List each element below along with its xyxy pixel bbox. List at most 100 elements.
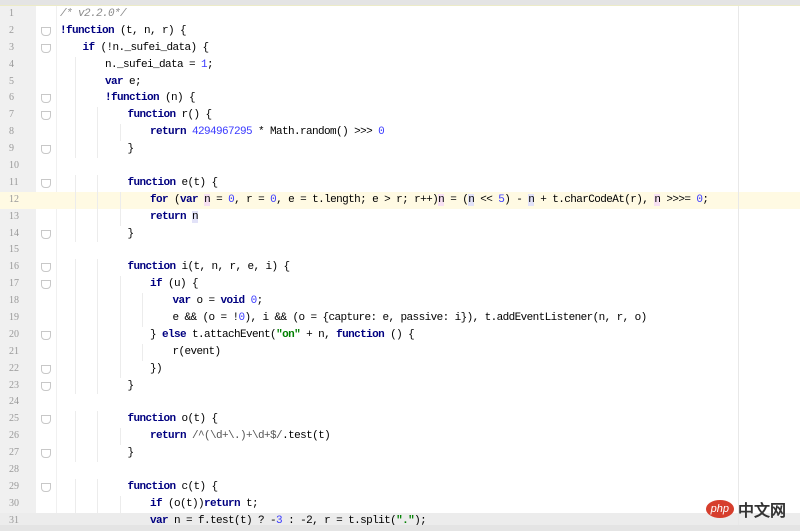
code-text: } — [128, 378, 135, 395]
indent-guide — [74, 56, 76, 74]
fold-marker-icon[interactable] — [41, 94, 51, 104]
code-line[interactable]: 9} — [0, 141, 800, 159]
fold-marker-icon[interactable] — [41, 415, 51, 425]
code-line[interactable]: 1 /* v2.2.0*/ — [0, 6, 800, 23]
code-token: (n) { — [159, 92, 196, 105]
code-line[interactable]: 10 — [0, 158, 800, 175]
code-line[interactable]: 6 !function (n) { — [0, 90, 800, 108]
fold-marker-icon[interactable] — [41, 330, 51, 340]
fold-marker-icon[interactable] — [41, 449, 51, 459]
indent-guide — [119, 293, 121, 311]
fold-marker-icon[interactable] — [41, 364, 51, 374]
code-token: function — [127, 109, 177, 122]
code-token: }) — [150, 362, 163, 375]
code-text: if (o(t))return t; — [150, 496, 259, 513]
fold-marker-icon[interactable] — [41, 111, 51, 121]
code-token: } — [127, 227, 135, 240]
code-token: var — [172, 295, 192, 308]
fold-marker-icon[interactable] — [41, 229, 51, 239]
indent-guide — [97, 276, 98, 294]
fold-marker-icon[interactable] — [41, 26, 51, 36]
code-line[interactable]: 3 if (!n._sufei_data) { — [0, 40, 800, 57]
code-line[interactable]: 24 — [0, 394, 800, 411]
line-number: 22 — [9, 362, 19, 374]
line-number: 12 — [9, 193, 19, 205]
code-token: (t, n, r) { — [114, 24, 187, 37]
code-line[interactable]: 4 n._sufei_data = 1; — [0, 56, 800, 74]
code-token: r(event) — [172, 345, 222, 358]
code-text: if (u) { — [150, 276, 199, 293]
code-line[interactable]: 30 if (o(t))return t; — [0, 495, 800, 513]
code-line[interactable]: 5 var e; — [0, 73, 800, 91]
code-line[interactable]: 13 return n — [0, 208, 800, 226]
code-token: >>>= — [660, 193, 697, 206]
indent-guide — [119, 495, 121, 513]
code-token: function — [127, 413, 177, 426]
code-line[interactable]: 20} else t.attachEvent("on" + n, functio… — [0, 326, 800, 344]
line-number: 19 — [9, 312, 19, 324]
fold-marker-icon[interactable] — [41, 280, 51, 290]
code-line[interactable]: 22}) — [0, 360, 800, 378]
code-token: /* v2.2.0*/ — [60, 8, 127, 20]
fold-marker-icon[interactable] — [41, 263, 51, 273]
code-token: ; — [207, 58, 214, 71]
code-token: ( — [168, 193, 181, 206]
indent-guide — [119, 276, 121, 294]
code-line[interactable]: 12 for (var n = 0, r = 0, e = t.length; e… — [0, 191, 800, 209]
code-line[interactable]: 21 r(event) — [0, 343, 800, 361]
code-line[interactable]: 11 function e(t) { — [0, 174, 800, 192]
indent-guide — [74, 293, 76, 311]
code-line[interactable]: 26 return /^(\d+\.)+\d+$/.test(t) — [0, 428, 800, 446]
indent-guide — [74, 73, 76, 91]
code-line[interactable]: 8 return 4294967295 * Math.random() >>> 0 — [0, 124, 800, 142]
indent-guide — [97, 360, 98, 378]
right-margin-guide — [738, 6, 739, 525]
code-line[interactable]: 15 — [0, 242, 800, 259]
code-line[interactable]: 14} — [0, 225, 800, 243]
code-line[interactable]: 7 function r() { — [0, 107, 800, 125]
fold-marker-icon[interactable] — [41, 482, 51, 492]
code-line[interactable]: 27} — [0, 445, 800, 463]
line-number: 18 — [9, 295, 19, 307]
indent-guide — [74, 276, 76, 294]
indent-guide — [119, 124, 121, 142]
code-token: return — [150, 430, 187, 443]
code-line[interactable]: 23} — [0, 377, 800, 395]
code-line[interactable]: 2 !function (t, n, r) { — [0, 23, 800, 40]
code-token: e && (o = ! — [172, 312, 240, 325]
indent-guide — [119, 191, 121, 209]
fold-marker-icon[interactable] — [41, 178, 51, 188]
indent-guide — [119, 310, 121, 327]
indent-guide — [142, 293, 143, 311]
indent-guide — [97, 208, 98, 226]
indent-guide — [74, 428, 76, 446]
indent-guide — [119, 360, 121, 378]
code-token: + n, — [300, 328, 337, 341]
code-line[interactable]: 19 e && (o = !0), i && (o = {capture: e, … — [0, 310, 800, 327]
code-line[interactable]: 18 var o = void 0; — [0, 293, 800, 311]
code-line[interactable]: 17 if (u) { — [0, 276, 800, 294]
horizontal-scrollbar[interactable] — [0, 525, 800, 531]
indent-guide — [74, 377, 76, 395]
code-editor[interactable]: 1 /* v2.2.0*/ 2 !function (t, n, r) {3 if (!… — [0, 6, 800, 530]
code-token: (u) { — [162, 278, 199, 291]
code-token: return — [204, 497, 241, 510]
code-token: o(t) { — [175, 413, 219, 426]
code-line[interactable]: 16 function i(t, n, r, e, i) { — [0, 259, 800, 277]
code-token: (!n._sufei_data) { — [94, 41, 210, 54]
code-text: function o(t) { — [127, 411, 219, 428]
fold-marker-icon[interactable] — [41, 145, 51, 155]
php-logo: php — [705, 500, 734, 518]
code-text: !function (n) { — [105, 90, 196, 107]
code-line[interactable]: 28 — [0, 462, 800, 479]
code-text: /* v2.2.0*/ — [60, 6, 127, 23]
code-token: .test(t) — [282, 430, 331, 443]
code-token: } — [150, 328, 163, 341]
line-number: 17 — [9, 278, 19, 290]
code-line[interactable]: 29 function c(t) { — [0, 478, 800, 496]
fold-marker-icon[interactable] — [41, 43, 51, 53]
fold-marker-icon[interactable] — [41, 381, 51, 391]
line-number: 29 — [9, 480, 19, 492]
code-line[interactable]: 25 function o(t) { — [0, 411, 800, 429]
code-text: if (!n._sufei_data) { — [83, 40, 210, 57]
